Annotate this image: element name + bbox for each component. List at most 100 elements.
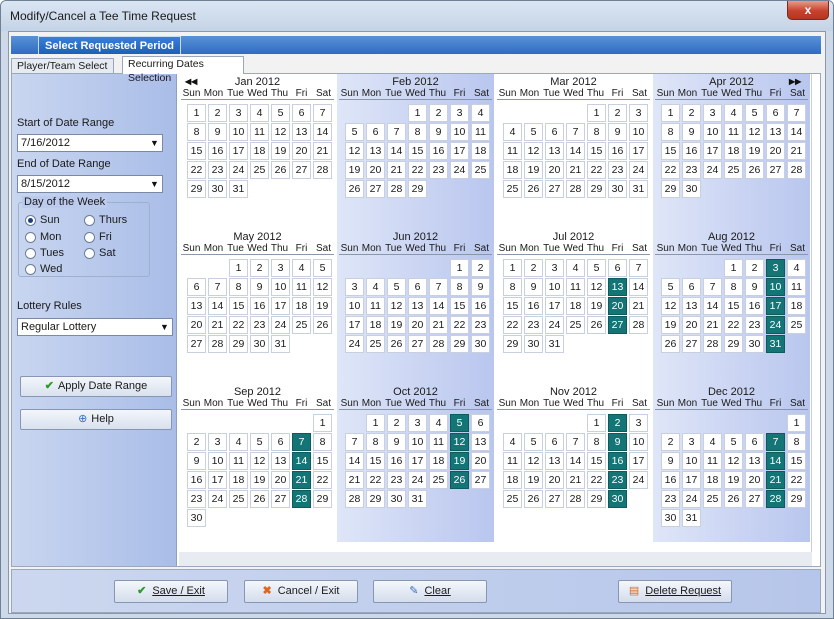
day-cell[interactable]: 7	[208, 278, 227, 296]
day-cell[interactable]: 12	[387, 297, 406, 315]
day-cell[interactable]: 11	[503, 452, 522, 470]
clear-button[interactable]: ✎ Clear	[373, 580, 487, 603]
day-cell[interactable]: 9	[250, 278, 269, 296]
day-cell[interactable]: 13	[545, 452, 564, 470]
day-cell[interactable]: 4	[292, 259, 311, 277]
day-cell[interactable]: 19	[745, 142, 764, 160]
day-cell[interactable]: 3	[345, 278, 364, 296]
day-cell[interactable]: 27	[366, 180, 385, 198]
day-cell[interactable]: 8	[787, 433, 806, 451]
selected-day-cell[interactable]: 30	[608, 490, 627, 508]
selected-day-cell[interactable]: 2	[608, 414, 627, 432]
day-cell[interactable]: 10	[208, 452, 227, 470]
day-cell[interactable]: 20	[471, 452, 490, 470]
day-cell[interactable]: 9	[682, 123, 701, 141]
day-cell[interactable]: 23	[682, 161, 701, 179]
day-cell[interactable]: 23	[250, 316, 269, 334]
day-cell[interactable]: 5	[250, 433, 269, 451]
day-cell[interactable]: 11	[292, 278, 311, 296]
day-cell[interactable]: 24	[345, 335, 364, 353]
day-cell[interactable]: 17	[629, 142, 648, 160]
day-cell[interactable]: 12	[745, 123, 764, 141]
day-cell[interactable]: 18	[471, 142, 490, 160]
day-cell[interactable]: 26	[345, 180, 364, 198]
day-cell[interactable]: 12	[271, 123, 290, 141]
day-cell[interactable]: 23	[187, 490, 206, 508]
day-cell[interactable]: 22	[587, 471, 606, 489]
day-cell[interactable]: 13	[745, 452, 764, 470]
day-cell[interactable]: 13	[292, 123, 311, 141]
selected-day-cell[interactable]: 17	[766, 297, 785, 315]
day-cell[interactable]: 11	[229, 452, 248, 470]
day-cell[interactable]: 20	[745, 471, 764, 489]
day-cell[interactable]: 2	[524, 259, 543, 277]
day-cell[interactable]: 8	[450, 278, 469, 296]
day-cell[interactable]: 6	[682, 278, 701, 296]
day-cell[interactable]: 19	[250, 471, 269, 489]
day-cell[interactable]: 1	[661, 104, 680, 122]
day-cell[interactable]: 20	[271, 471, 290, 489]
day-cell[interactable]: 4	[703, 433, 722, 451]
day-cell[interactable]: 12	[661, 297, 680, 315]
day-cell[interactable]: 2	[661, 433, 680, 451]
day-cell[interactable]: 13	[271, 452, 290, 470]
chevron-down-icon[interactable]: ▼	[147, 135, 162, 151]
day-cell[interactable]: 15	[503, 297, 522, 315]
day-cell[interactable]: 8	[408, 123, 427, 141]
day-cell[interactable]: 7	[566, 433, 585, 451]
day-cell[interactable]: 8	[187, 123, 206, 141]
day-cell[interactable]: 26	[250, 490, 269, 508]
day-cell[interactable]: 8	[724, 278, 743, 296]
day-cell[interactable]: 27	[471, 471, 490, 489]
day-cell[interactable]: 6	[545, 433, 564, 451]
day-cell[interactable]: 2	[387, 414, 406, 432]
day-cell[interactable]: 22	[724, 316, 743, 334]
day-cell[interactable]: 29	[724, 335, 743, 353]
day-cell[interactable]: 5	[524, 123, 543, 141]
day-cell[interactable]: 17	[545, 297, 564, 315]
chevron-down-icon[interactable]: ▼	[157, 319, 172, 335]
day-cell[interactable]: 28	[313, 161, 332, 179]
day-cell[interactable]: 5	[724, 433, 743, 451]
day-cell[interactable]: 6	[471, 414, 490, 432]
day-cell[interactable]: 28	[566, 490, 585, 508]
day-cell[interactable]: 21	[429, 316, 448, 334]
day-cell[interactable]: 23	[608, 161, 627, 179]
day-cell[interactable]: 18	[724, 142, 743, 160]
day-cell[interactable]: 12	[587, 278, 606, 296]
day-cell[interactable]: 29	[366, 490, 385, 508]
day-cell[interactable]: 9	[608, 123, 627, 141]
day-cell[interactable]: 21	[703, 316, 722, 334]
day-cell[interactable]: 13	[187, 297, 206, 315]
day-cell[interactable]: 15	[661, 142, 680, 160]
day-cell[interactable]: 21	[208, 316, 227, 334]
day-cell[interactable]: 5	[387, 278, 406, 296]
day-cell[interactable]: 20	[766, 142, 785, 160]
day-cell[interactable]: 22	[408, 161, 427, 179]
day-cell[interactable]: 19	[587, 297, 606, 315]
day-cell[interactable]: 6	[608, 259, 627, 277]
selected-day-cell[interactable]: 7	[766, 433, 785, 451]
radio-wed[interactable]: Wed	[25, 263, 62, 276]
selected-day-cell[interactable]: 7	[292, 433, 311, 451]
day-cell[interactable]: 13	[766, 123, 785, 141]
apply-date-range-button[interactable]: ✔ Apply Date Range	[20, 376, 172, 397]
day-cell[interactable]: 24	[682, 490, 701, 508]
day-cell[interactable]: 3	[703, 104, 722, 122]
selected-day-cell[interactable]: 24	[766, 316, 785, 334]
day-cell[interactable]: 27	[545, 180, 564, 198]
day-cell[interactable]: 3	[208, 433, 227, 451]
selected-day-cell[interactable]: 5	[450, 414, 469, 432]
day-cell[interactable]: 17	[682, 471, 701, 489]
day-cell[interactable]: 19	[524, 161, 543, 179]
day-cell[interactable]: 23	[524, 316, 543, 334]
day-cell[interactable]: 7	[566, 123, 585, 141]
day-cell[interactable]: 6	[408, 278, 427, 296]
help-button[interactable]: ⊕ Help	[20, 409, 172, 430]
selected-day-cell[interactable]: 19	[450, 452, 469, 470]
day-cell[interactable]: 25	[787, 316, 806, 334]
day-cell[interactable]: 24	[208, 490, 227, 508]
day-cell[interactable]: 5	[313, 259, 332, 277]
day-cell[interactable]: 10	[229, 123, 248, 141]
day-cell[interactable]: 26	[524, 180, 543, 198]
